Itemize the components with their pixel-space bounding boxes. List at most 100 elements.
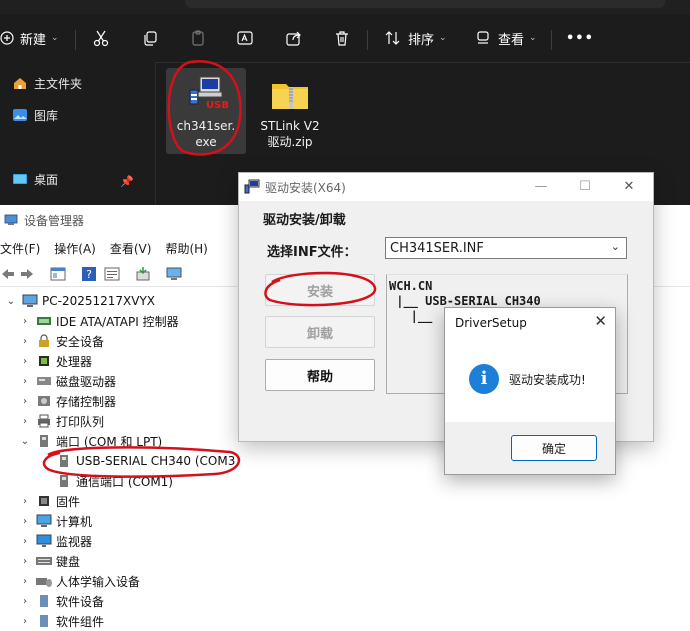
nav-item-home[interactable]: 主文件夹 <box>12 72 82 94</box>
installer-icon: USB <box>186 74 229 114</box>
tree-item[interactable]: › 软件设备 <box>18 591 104 611</box>
delete-button[interactable] <box>333 24 351 52</box>
nav-item-label: 桌面 <box>34 172 59 187</box>
tree-item-label: 固件 <box>56 494 81 509</box>
trash-icon <box>333 29 351 47</box>
chevron-down-icon: ⌄ <box>439 33 447 43</box>
rename-button[interactable] <box>236 24 254 52</box>
menu-action[interactable]: 操作(A) <box>54 240 96 257</box>
tree-item[interactable]: › 键盘 <box>18 551 80 571</box>
chevron-down-icon: ⌄ <box>529 33 537 43</box>
storage-controller-icon <box>36 394 52 408</box>
driver-setup-dialog: DriverSetup ✕ i 驱动安装成功! 确定 <box>444 307 616 475</box>
tree-item[interactable]: › 固件 <box>18 491 80 511</box>
cut-button[interactable] <box>92 24 110 52</box>
inf-file-select[interactable]: CH341SER.INF ⌄ <box>385 237 627 259</box>
uninstall-button[interactable]: 卸载 <box>265 316 375 348</box>
chevron-down-icon: ⌄ <box>51 33 59 43</box>
hid-icon <box>36 574 52 588</box>
installer-icon <box>244 179 260 198</box>
new-button-label: 新建 <box>20 32 47 48</box>
inf-file-label: 选择INF文件： <box>267 245 357 260</box>
copy-icon <box>141 29 159 47</box>
view-button[interactable]: 查看 ⌄ <box>474 24 537 52</box>
nav-item-gallery[interactable]: 图库 <box>12 104 58 126</box>
sort-button[interactable]: 排序 ⌄ <box>384 24 447 52</box>
tree-item-usb-serial[interactable]: USB-SERIAL CH340 (COM3) <box>52 451 240 471</box>
show-hide-console-icon[interactable] <box>50 266 66 282</box>
dialog-message: 驱动安装成功! <box>509 373 586 387</box>
chevron-down-icon: ⌄ <box>610 240 620 253</box>
nav-item-desktop[interactable]: 桌面 <box>12 168 58 190</box>
rename-icon <box>236 29 254 47</box>
tree-item[interactable]: › 人体学输入设备 <box>18 571 140 591</box>
share-button[interactable] <box>285 24 303 52</box>
view-button-label: 查看 <box>498 32 525 48</box>
usb-badge: USB <box>206 100 229 111</box>
device-manager-titlebar: 设备管理器 <box>0 209 84 231</box>
update-driver-icon[interactable] <box>135 266 151 282</box>
minimize-button[interactable]: — <box>531 177 551 197</box>
tree-item[interactable]: › 监视器 <box>18 531 92 551</box>
menu-file[interactable]: 文件(F) <box>0 240 40 257</box>
file-name-line1: ch341ser. <box>176 119 236 133</box>
file-item-stlink-zip[interactable]: STLink V2 驱动.zip <box>250 68 330 154</box>
inf-file-value: CH341SER.INF <box>390 240 484 256</box>
forward-arrow-icon[interactable] <box>19 266 35 282</box>
svg-text:?: ? <box>86 268 92 281</box>
tree-item[interactable]: › 计算机 <box>18 511 92 531</box>
install-button[interactable]: 安装 <box>265 274 375 306</box>
new-button[interactable]: 新建 ⌄ <box>0 24 59 52</box>
explorer-toolbar: 新建 ⌄ 排序 ⌄ 查看 ⌄ ••• <box>0 14 690 63</box>
close-button[interactable]: ✕ <box>619 177 639 197</box>
menu-help[interactable]: 帮助(H) <box>165 240 207 257</box>
tree-item[interactable]: › 磁盘驱动器 <box>18 371 116 391</box>
chevron-down-icon: ⌄ <box>20 435 30 447</box>
paste-button[interactable] <box>189 24 207 52</box>
scan-hardware-icon[interactable] <box>166 266 182 282</box>
tree-item-label: 端口 (COM 和 LPT) <box>56 434 163 449</box>
pin-icon[interactable]: 📌 <box>120 175 134 188</box>
driver-heading: 驱动安装/卸载 <box>263 213 346 228</box>
tree-item[interactable]: › 打印队列 <box>18 411 104 431</box>
back-arrow-icon[interactable] <box>0 266 16 282</box>
tree-item-label: 计算机 <box>56 514 93 529</box>
tree-line: |__ USB-SERIAL CH340 <box>389 294 541 308</box>
tree-item[interactable]: › 安全设备 <box>18 331 104 351</box>
tree-item-label: 人体学输入设备 <box>56 574 141 589</box>
chevron-down-icon: ⌄ <box>6 295 16 307</box>
explorer-top-strip <box>0 0 690 14</box>
tree-line: |__ <box>389 309 433 323</box>
dialog-title: DriverSetup <box>455 316 527 330</box>
properties-icon[interactable] <box>104 266 120 282</box>
tree-item[interactable]: › 存储控制器 <box>18 391 116 411</box>
tree-item[interactable]: › IDE ATA/ATAPI 控制器 <box>18 311 179 331</box>
tree-line: WCH.CN <box>389 279 433 293</box>
menu-view[interactable]: 查看(V) <box>110 240 152 257</box>
disk-drive-icon <box>36 374 52 388</box>
tree-item[interactable]: › 软件组件 <box>18 611 104 631</box>
help-icon[interactable]: ? <box>81 266 97 282</box>
chevron-right-icon: › <box>23 395 27 407</box>
maximize-button[interactable]: ☐ <box>575 177 595 197</box>
sort-button-label: 排序 <box>408 32 435 48</box>
tree-item-com1[interactable]: 通信端口 (COM1) <box>52 471 173 491</box>
close-icon[interactable]: ✕ <box>594 312 607 330</box>
tree-item-ports[interactable]: ⌄ 端口 (COM 和 LPT) <box>18 431 162 451</box>
chevron-right-icon: › <box>23 355 27 367</box>
tree-root[interactable]: ⌄ PC-20251217XVYX <box>4 291 155 311</box>
chevron-right-icon: › <box>23 535 27 547</box>
help-button[interactable]: 帮助 <box>265 359 375 391</box>
processor-icon <box>36 354 52 368</box>
device-manager-icon <box>4 213 18 227</box>
tree-item[interactable]: › 处理器 <box>18 351 92 371</box>
ok-button[interactable]: 确定 <box>511 435 597 461</box>
file-item-ch341ser[interactable]: USB ch341ser. exe <box>166 68 246 154</box>
view-layout-icon <box>474 29 492 47</box>
tree-item-label: 软件设备 <box>56 594 105 609</box>
more-options-button[interactable]: ••• <box>566 24 594 52</box>
tree-item-label: 软件组件 <box>56 614 105 629</box>
nav-item-label: 图库 <box>34 108 59 123</box>
copy-button[interactable] <box>141 24 159 52</box>
tree-item-label: 存储控制器 <box>56 394 117 409</box>
